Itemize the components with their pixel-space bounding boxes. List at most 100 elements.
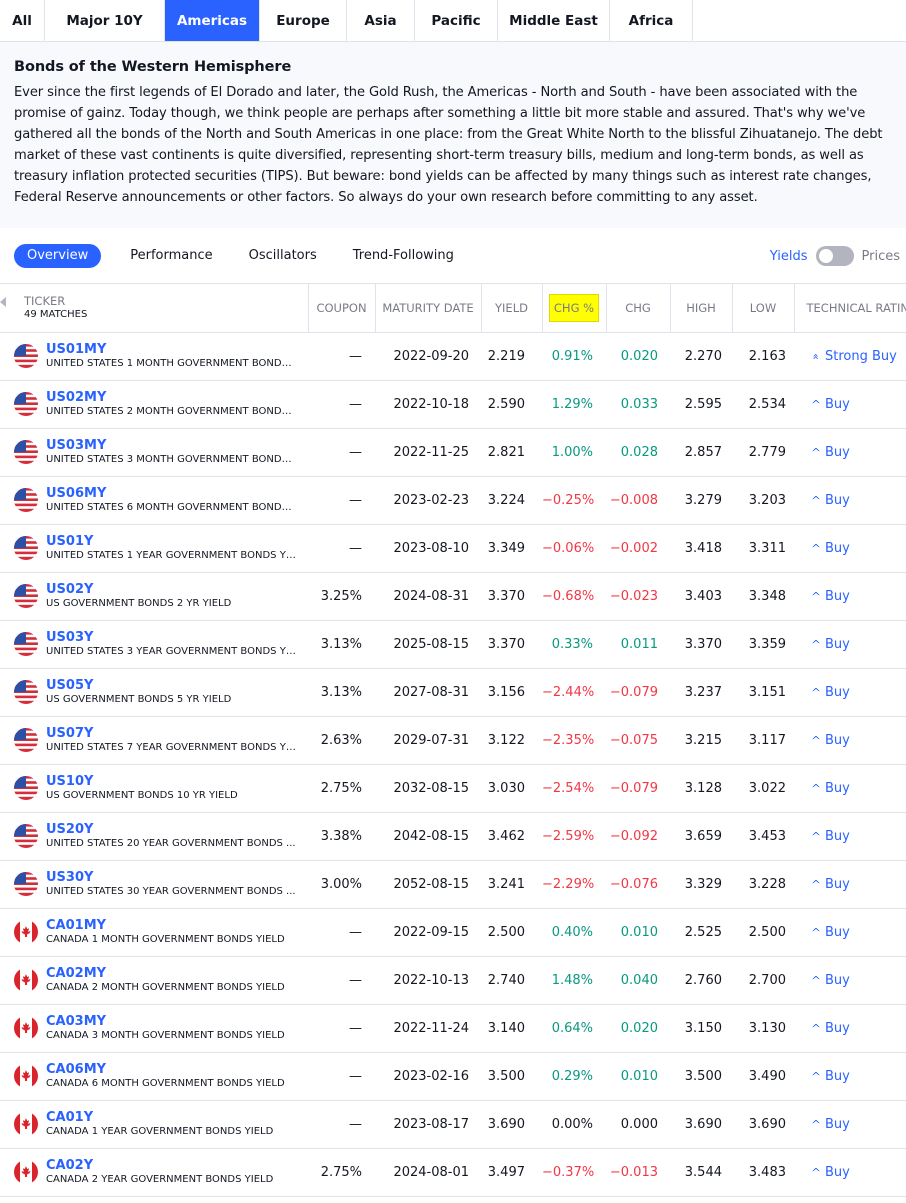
table-row[interactable]: US05Y US GOVERNMENT BONDS 5 YR YIELD 3.1…	[0, 668, 906, 717]
technical-rating-cell[interactable]: ^ Buy	[794, 956, 906, 1005]
view-tabs: Overview Performance Oscillators Trend-F…	[0, 228, 906, 284]
tab-oscillators[interactable]: Oscillators	[236, 244, 330, 268]
yields-label[interactable]: Yields	[770, 249, 808, 264]
ticker-symbol[interactable]: US02Y	[46, 582, 231, 597]
ticker-symbol[interactable]: US03MY	[46, 438, 296, 453]
match-count: 49 MATCHES	[24, 308, 88, 320]
low-cell: 3.117	[732, 716, 794, 765]
prices-label[interactable]: Prices	[862, 249, 901, 264]
technical-rating-cell[interactable]: ^ Buy	[794, 572, 906, 621]
tab-asia[interactable]: Asia	[347, 0, 415, 41]
tab-trend-following[interactable]: Trend-Following	[340, 244, 467, 268]
ticker-symbol[interactable]: CA01Y	[46, 1110, 273, 1125]
ticker-symbol[interactable]: CA02Y	[46, 1158, 273, 1173]
table-row[interactable]: US02Y US GOVERNMENT BONDS 2 YR YIELD 3.2…	[0, 572, 906, 621]
high-cell: 2.857	[670, 428, 732, 477]
ticker-symbol[interactable]: US02MY	[46, 390, 296, 405]
column-maturity-date[interactable]: MATURITY DATE	[375, 284, 482, 333]
column-yield[interactable]: YIELD	[481, 284, 543, 333]
ticker-symbol[interactable]: US03Y	[46, 630, 296, 645]
low-cell: 3.359	[732, 620, 794, 669]
tab-pacific[interactable]: Pacific	[415, 0, 498, 41]
ticker-symbol[interactable]: US30Y	[46, 870, 296, 885]
technical-rating-cell[interactable]: ^ Buy	[794, 860, 906, 909]
table-row[interactable]: US07Y UNITED STATES 7 YEAR GOVERNMENT BO…	[0, 716, 906, 765]
coupon-cell: 2.63%	[308, 716, 375, 765]
ticker-symbol[interactable]: US10Y	[46, 774, 238, 789]
ticker-symbol[interactable]: US20Y	[46, 822, 296, 837]
tab-major-10y[interactable]: Major 10Y	[45, 0, 165, 41]
technical-rating-cell[interactable]: ^ Buy	[794, 1052, 906, 1101]
column-chg-percent[interactable]: CHG %	[542, 284, 607, 333]
technical-rating-cell[interactable]: ^ Buy	[794, 908, 906, 957]
ticker-symbol[interactable]: US01MY	[46, 342, 296, 357]
column-low[interactable]: LOW	[732, 284, 795, 333]
ticker-symbol[interactable]: US05Y	[46, 678, 231, 693]
column-chg[interactable]: CHG	[606, 284, 671, 333]
table-row[interactable]: US06MY UNITED STATES 6 MONTH GOVERNMENT …	[0, 476, 906, 525]
table-row[interactable]: CA01Y CANADA 1 YEAR GOVERNMENT BONDS YIE…	[0, 1100, 906, 1149]
chevron-up-icon: ^	[811, 877, 821, 891]
table-row[interactable]: CA02Y CANADA 2 YEAR GOVERNMENT BONDS YIE…	[0, 1148, 906, 1197]
table-row[interactable]: US02MY UNITED STATES 2 MONTH GOVERNMENT …	[0, 380, 906, 429]
table-row[interactable]: US01MY UNITED STATES 1 MONTH GOVERNMENT …	[0, 332, 906, 381]
technical-rating-cell[interactable]: ^ Buy	[794, 764, 906, 813]
ticker-cell: US05Y US GOVERNMENT BONDS 5 YR YIELD	[0, 668, 308, 717]
yields-prices-switch[interactable]	[815, 246, 854, 266]
canada-flag-icon	[14, 968, 38, 992]
table-row[interactable]: US10Y US GOVERNMENT BONDS 10 YR YIELD 2.…	[0, 764, 906, 813]
ticker-symbol[interactable]: CA01MY	[46, 918, 285, 933]
chg-percent-cell: 0.64%	[542, 1004, 606, 1053]
chg-percent-cell: −0.06%	[542, 524, 606, 573]
technical-rating-cell[interactable]: ^ Buy	[794, 428, 906, 477]
tab-europe[interactable]: Europe	[260, 0, 347, 41]
coupon-cell: —	[308, 1052, 375, 1101]
technical-rating-cell[interactable]: ^ Buy	[794, 1148, 906, 1197]
chg-cell: −0.079	[606, 764, 670, 813]
table-row[interactable]: US03Y UNITED STATES 3 YEAR GOVERNMENT BO…	[0, 620, 906, 669]
rating-label: Buy	[825, 1164, 850, 1180]
table-row[interactable]: US30Y UNITED STATES 30 YEAR GOVERNMENT B…	[0, 860, 906, 909]
column-ticker[interactable]: TICKER 49 MATCHES	[0, 284, 309, 333]
technical-rating-cell[interactable]: ^ Buy	[794, 716, 906, 765]
technical-rating-cell[interactable]: ^ Buy	[794, 620, 906, 669]
tab-africa[interactable]: Africa	[610, 0, 693, 41]
chg-cell: 0.033	[606, 380, 670, 429]
technical-rating-cell[interactable]: ^ Buy	[794, 476, 906, 525]
ticker-cell: CA02MY CANADA 2 MONTH GOVERNMENT BONDS Y…	[0, 956, 308, 1005]
table-row[interactable]: US20Y UNITED STATES 20 YEAR GOVERNMENT B…	[0, 812, 906, 861]
table-row[interactable]: CA01MY CANADA 1 MONTH GOVERNMENT BONDS Y…	[0, 908, 906, 957]
technical-rating-cell[interactable]: ^ Buy	[794, 380, 906, 429]
column-technical-rating[interactable]: TECHNICAL RATING	[794, 284, 906, 333]
technical-rating-cell[interactable]: ^ Buy	[794, 812, 906, 861]
ticker-symbol[interactable]: CA02MY	[46, 966, 285, 981]
table-row[interactable]: CA03MY CANADA 3 MONTH GOVERNMENT BONDS Y…	[0, 1004, 906, 1053]
technical-rating-cell[interactable]: ^ Buy	[794, 668, 906, 717]
table-row[interactable]: CA06MY CANADA 6 MONTH GOVERNMENT BONDS Y…	[0, 1052, 906, 1101]
tab-americas[interactable]: Americas	[165, 0, 260, 41]
ticker-symbol[interactable]: CA03MY	[46, 1014, 285, 1029]
ticker-symbol[interactable]: US06MY	[46, 486, 296, 501]
maturity-cell: 2025-08-15	[375, 620, 481, 669]
yield-cell: 3.156	[481, 668, 542, 717]
technical-rating-cell[interactable]: ^ Buy	[794, 524, 906, 573]
tab-overview[interactable]: Overview	[14, 243, 102, 268]
tab-all[interactable]: All	[0, 0, 45, 41]
ticker-symbol[interactable]: CA06MY	[46, 1062, 285, 1077]
chevron-up-icon: ^	[811, 397, 821, 411]
rating-label: Strong Buy	[825, 348, 897, 364]
column-coupon[interactable]: COUPON	[308, 284, 376, 333]
table-row[interactable]: US03MY UNITED STATES 3 MONTH GOVERNMENT …	[0, 428, 906, 477]
ticker-symbol[interactable]: US07Y	[46, 726, 296, 741]
tab-middle-east[interactable]: Middle East	[498, 0, 610, 41]
tab-performance[interactable]: Performance	[117, 244, 225, 268]
column-high[interactable]: HIGH	[670, 284, 733, 333]
technical-rating-cell[interactable]: «Strong Buy	[794, 332, 906, 381]
technical-rating-cell[interactable]: ^ Buy	[794, 1100, 906, 1149]
table-row[interactable]: CA02MY CANADA 2 MONTH GOVERNMENT BONDS Y…	[0, 956, 906, 1005]
technical-rating-cell[interactable]: ^ Buy	[794, 1004, 906, 1053]
ticker-symbol[interactable]: US01Y	[46, 534, 296, 549]
table-row[interactable]: US01Y UNITED STATES 1 YEAR GOVERNMENT BO…	[0, 524, 906, 573]
rating-label: Buy	[825, 876, 850, 892]
bond-name: UNITED STATES 6 MONTH GOVERNMENT BONDS..…	[46, 501, 296, 513]
